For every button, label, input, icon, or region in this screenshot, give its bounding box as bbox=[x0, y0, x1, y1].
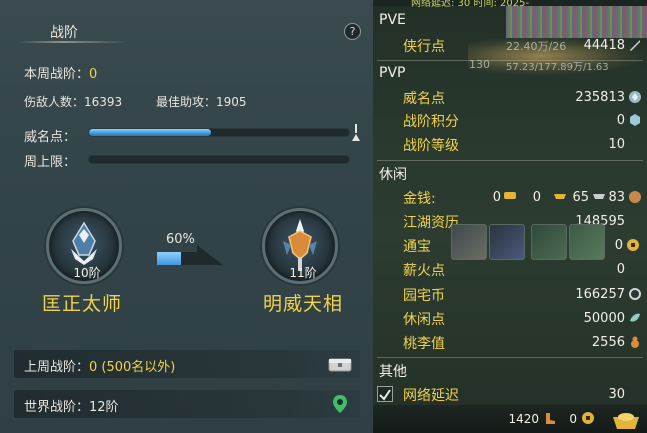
pve-item-label: 侠行点 bbox=[403, 39, 445, 55]
prestige-bar-fill bbox=[89, 129, 211, 136]
pvp-item-label: 威名点 bbox=[403, 91, 445, 107]
world-rank-text: 世界战阶：12阶 bbox=[24, 396, 119, 415]
divider bbox=[377, 160, 643, 161]
gold-ingot-shop-icon[interactable] bbox=[611, 407, 641, 431]
money-copper: 65 bbox=[572, 190, 589, 205]
prestige-bar bbox=[88, 128, 350, 137]
latency-label: 网络延迟 bbox=[403, 388, 459, 404]
divider bbox=[377, 60, 643, 61]
bottom-value-1: 1420 bbox=[508, 412, 539, 426]
assists-row: 最佳助攻：1905 bbox=[156, 93, 247, 110]
location-pin-icon[interactable] bbox=[332, 394, 348, 414]
last-week-value: 0 (500名以外) bbox=[89, 360, 176, 375]
kills-label: 伤敌人数： bbox=[24, 95, 85, 109]
next-rank-progress bbox=[157, 252, 197, 265]
title-underline bbox=[18, 41, 128, 43]
game-window: 战阶 ? 本周战阶：0 伤敌人数：16393 最佳助攻：1905 威名点： 周上… bbox=[0, 0, 647, 433]
leisure-item-label: 桃李值 bbox=[403, 336, 445, 352]
leisure-item-value: 2556 bbox=[591, 335, 625, 350]
week-rank-row: 本周战阶：0 bbox=[24, 63, 97, 82]
leisure-item-value: 166257 bbox=[575, 287, 625, 302]
next-rank-level: 11阶 bbox=[289, 266, 317, 280]
leisure-item-value: 50000 bbox=[583, 311, 625, 326]
copper-coin-icon bbox=[629, 191, 641, 203]
rank-points-icon bbox=[630, 114, 640, 126]
next-rank-progress-fill bbox=[157, 252, 181, 265]
home-coin-icon bbox=[629, 288, 641, 300]
cap-marker-icon bbox=[352, 124, 360, 141]
leisure-item-label: 薪火点 bbox=[403, 263, 445, 279]
kills-value: 16393 bbox=[84, 95, 123, 109]
check-icon bbox=[379, 389, 391, 401]
week-rank-label: 本周战阶： bbox=[24, 67, 90, 82]
assists-label: 最佳助攻： bbox=[156, 95, 217, 109]
leisure-leaf-icon bbox=[630, 313, 640, 322]
help-icon[interactable]: ? bbox=[344, 23, 361, 40]
world-rank-value: 12阶 bbox=[89, 400, 119, 415]
bottom-resource-bar: 1420 0 bbox=[373, 405, 647, 433]
leisure-item-label: 通宝 bbox=[403, 239, 431, 255]
latency-value: 30 bbox=[608, 387, 625, 402]
divider bbox=[377, 357, 643, 358]
panel-title: 战阶 bbox=[50, 25, 78, 41]
leisure-item-value: 0 bbox=[616, 262, 625, 277]
prestige-icon bbox=[629, 91, 641, 103]
gourd-icon bbox=[631, 336, 639, 348]
latency-checkbox[interactable] bbox=[377, 386, 393, 402]
panel-header: 战阶 bbox=[0, 14, 373, 44]
last-week-row: 上周战阶：0 (500名以外) bbox=[14, 350, 360, 378]
pvp-item-label: 战阶积分 bbox=[403, 114, 459, 130]
leisure-item-label: 园宅币 bbox=[403, 288, 445, 304]
status-strip-text: 网络延迟: 30 时间: 2025- bbox=[411, 0, 530, 9]
arrow-right-icon bbox=[197, 245, 223, 265]
money-label: 金钱: bbox=[403, 191, 436, 207]
current-rank-level: 10阶 bbox=[73, 266, 101, 280]
pvp-item-value: 235813 bbox=[575, 90, 625, 105]
world-rank-label: 世界战阶： bbox=[24, 400, 90, 415]
item-slot[interactable] bbox=[489, 224, 525, 260]
money-silver: 0 bbox=[532, 190, 541, 205]
item-slot[interactable] bbox=[451, 224, 487, 260]
battle-rank-panel: 战阶 ? 本周战阶：0 伤敌人数：16393 最佳助攻：1905 威名点： 周上… bbox=[0, 0, 373, 433]
coin-icon bbox=[582, 412, 594, 424]
world-rank-row: 世界战阶：12阶 bbox=[14, 390, 360, 418]
leisure-heading: 休闲 bbox=[379, 167, 407, 183]
assists-value: 1905 bbox=[216, 95, 247, 109]
leisure-item-label: 休闲点 bbox=[403, 312, 445, 328]
kills-row: 伤敌人数：16393 bbox=[24, 93, 122, 110]
status-strip: 网络延迟: 30 时间: 2025- bbox=[373, 0, 647, 9]
leisure-item-value: 0 bbox=[614, 238, 623, 253]
week-rank-value: 0 bbox=[89, 67, 98, 82]
money-gold: 0 bbox=[492, 190, 501, 205]
pvp-item-value: 0 bbox=[616, 113, 625, 128]
next-rank-title: 明威天相 bbox=[263, 293, 344, 315]
boot-icon bbox=[546, 413, 555, 424]
money-extra: 83 bbox=[608, 190, 625, 205]
pvp-item-value: 10 bbox=[608, 137, 625, 152]
last-week-label: 上周战阶： bbox=[24, 360, 90, 375]
item-slot[interactable] bbox=[531, 224, 567, 260]
chest-icon[interactable] bbox=[328, 355, 352, 373]
current-rank-title: 匡正太师 bbox=[42, 293, 123, 315]
pvp-heading: PVP bbox=[379, 65, 406, 81]
next-rank-percent: 60% bbox=[166, 232, 195, 247]
pve-item-value: 44418 bbox=[583, 38, 625, 53]
last-week-text: 上周战阶：0 (500名以外) bbox=[24, 356, 175, 375]
sword-icon bbox=[630, 40, 640, 51]
currency-panel: 22.40万/26 130 57.23/177.89万/1.63 PVE 侠行点… bbox=[373, 0, 647, 433]
prestige-label: 威名点： bbox=[24, 130, 77, 145]
pve-heading: PVE bbox=[379, 12, 406, 28]
weekly-cap-label: 周上限： bbox=[24, 155, 77, 170]
bottom-value-2: 0 bbox=[569, 412, 577, 426]
weekly-cap-bar bbox=[88, 155, 350, 164]
pvp-item-label: 战阶等级 bbox=[403, 138, 459, 154]
other-heading: 其他 bbox=[379, 364, 407, 380]
tongbao-coin-icon bbox=[627, 239, 639, 251]
